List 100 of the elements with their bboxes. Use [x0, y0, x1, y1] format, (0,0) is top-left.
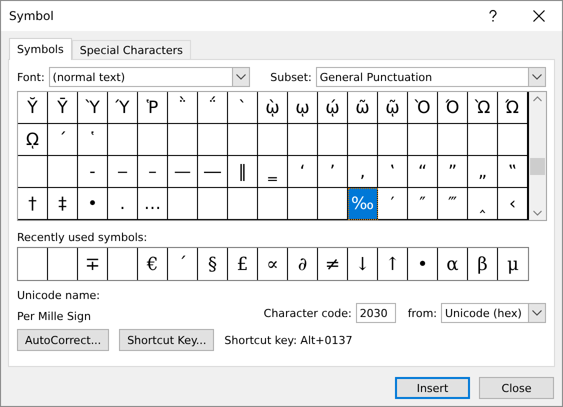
symbol-cell[interactable]: [378, 124, 408, 156]
recent-symbol-cell[interactable]: ´: [168, 248, 198, 280]
recent-symbol-cell[interactable]: ∓: [78, 248, 108, 280]
symbol-cell[interactable]: Ῥ: [138, 92, 168, 124]
symbol-cell[interactable]: ‖: [228, 156, 258, 188]
character-code-field[interactable]: 2030: [356, 303, 396, 323]
window-title: Symbol: [9, 9, 54, 23]
recent-symbol-cell[interactable]: ↑: [378, 248, 408, 280]
symbol-cell[interactable]: ΅: [198, 92, 228, 124]
symbol-cell[interactable]: [258, 124, 288, 156]
symbol-cell[interactable]: ῾: [78, 124, 108, 156]
symbol-cell[interactable]: Ὸ: [408, 92, 438, 124]
symbol-cell[interactable]: ῳ: [288, 92, 318, 124]
recent-symbol-cell[interactable]: §: [198, 248, 228, 280]
font-dropdown[interactable]: (normal text): [48, 67, 250, 87]
subset-label: Subset:: [270, 70, 312, 84]
symbol-cell[interactable]: —: [168, 156, 198, 188]
symbol-cell[interactable]: [348, 124, 378, 156]
recent-symbol-cell[interactable]: α: [438, 248, 468, 280]
symbol-cell[interactable]: [18, 156, 48, 188]
symbol-cell[interactable]: •: [78, 188, 108, 220]
symbol-cell[interactable]: ―: [198, 156, 228, 188]
symbol-cell[interactable]: [168, 124, 198, 156]
symbol-cell[interactable]: †: [18, 188, 48, 220]
close-icon: [533, 10, 545, 22]
recent-symbol-cell[interactable]: ∝: [258, 248, 288, 280]
symbol-cell[interactable]: ‟: [498, 156, 528, 188]
symbol-cell[interactable]: ‹: [498, 188, 528, 220]
symbol-cell[interactable]: ῲ: [258, 92, 288, 124]
shortcut-key-text: Shortcut key: Alt+0137: [224, 334, 353, 346]
chevron-down-icon: [532, 74, 542, 80]
symbol-cell[interactable]: –: [138, 156, 168, 188]
scrollbar-thumb[interactable]: [530, 158, 545, 174]
symbol-cell[interactable]: [168, 188, 198, 220]
symbol-cell[interactable]: `: [228, 92, 258, 124]
symbol-cell[interactable]: Ό: [438, 92, 468, 124]
recent-symbol-cell[interactable]: ↓: [348, 248, 378, 280]
recent-symbol-cell[interactable]: ≠: [318, 248, 348, 280]
unicode-name-label: Unicode name:: [17, 289, 100, 302]
recent-symbol-cell[interactable]: β: [468, 248, 498, 280]
shortcut-key-button[interactable]: Shortcut Key...: [119, 329, 214, 351]
subset-dropdown[interactable]: General Punctuation: [316, 67, 546, 87]
symbol-cell[interactable]: [408, 124, 438, 156]
symbol-cell[interactable]: [228, 124, 258, 156]
recent-symbol-cell[interactable]: €: [138, 248, 168, 280]
symbol-cell[interactable]: [318, 124, 348, 156]
symbol-cell[interactable]: ″: [408, 188, 438, 220]
symbol-cell[interactable]: [198, 124, 228, 156]
symbol-cell[interactable]: [198, 188, 228, 220]
recent-symbol-cell[interactable]: μ: [498, 248, 528, 280]
character-code-label: Character code:: [264, 306, 352, 320]
symbol-cell[interactable]: ῼ: [18, 124, 48, 156]
symbol-cell[interactable]: ‡: [48, 188, 78, 220]
symbol-cell[interactable]: [468, 124, 498, 156]
autocorrect-button[interactable]: AutoCorrect...: [17, 329, 110, 351]
symbol-cell[interactable]: [108, 124, 138, 156]
symbol-cell[interactable]: ‗: [258, 156, 288, 188]
symbol-cell[interactable]: ῶ: [348, 92, 378, 124]
symbol-cell[interactable]: [438, 124, 468, 156]
dialog-button[interactable]: Close: [479, 377, 554, 399]
symbol-cell[interactable]: Ύ: [108, 92, 138, 124]
recent-symbol-cell[interactable]: ∂: [288, 248, 318, 280]
symbol-cell[interactable]: ‛: [378, 156, 408, 188]
symbol-cell[interactable]: [288, 188, 318, 220]
dialog-button[interactable]: Insert: [395, 377, 470, 399]
symbol-cell[interactable]: [288, 124, 318, 156]
symbol-cell[interactable]: ´: [48, 124, 78, 156]
symbol-cell[interactable]: ῴ: [318, 92, 348, 124]
tab[interactable]: Symbols: [9, 38, 72, 60]
symbol-cell[interactable]: ‸: [468, 188, 498, 220]
symbol-cell[interactable]: ῭: [168, 92, 198, 124]
symbol-cell[interactable]: [258, 188, 288, 220]
symbol-cell[interactable]: [138, 124, 168, 156]
symbol-cell[interactable]: ’: [318, 156, 348, 188]
symbol-cell[interactable]: ῷ: [378, 92, 408, 124]
symbol-cell[interactable]: ‐: [78, 156, 108, 188]
recent-symbol-cell[interactable]: £: [228, 248, 258, 280]
symbol-cell[interactable]: …: [138, 188, 168, 220]
symbol-cell[interactable]: ․: [108, 188, 138, 220]
symbol-cell[interactable]: Ὺ: [78, 92, 108, 124]
symbol-cell[interactable]: ‒: [108, 156, 138, 188]
tab[interactable]: Special Characters: [72, 40, 191, 59]
symbol-cell[interactable]: [228, 188, 258, 220]
symbol-cell[interactable]: “: [408, 156, 438, 188]
symbol-cell[interactable]: ‴: [438, 188, 468, 220]
from-dropdown[interactable]: Unicode (hex): [441, 303, 546, 323]
symbol-cell[interactable]: ′: [378, 188, 408, 220]
symbol-cell[interactable]: „: [468, 156, 498, 188]
symbol-cell[interactable]: ”: [438, 156, 468, 188]
recent-symbol-cell[interactable]: •: [408, 248, 438, 280]
symbol-cell[interactable]: Ῡ: [48, 92, 78, 124]
scrollbar[interactable]: [529, 92, 546, 220]
chevron-up-icon: [533, 96, 542, 102]
symbol-cell[interactable]: [498, 124, 528, 156]
symbol-cell[interactable]: Ὼ: [468, 92, 498, 124]
symbol-cell[interactable]: ‰: [348, 188, 378, 220]
symbol-cell[interactable]: Ῠ: [18, 92, 48, 124]
symbol-cell[interactable]: ‘: [288, 156, 318, 188]
symbol-cell[interactable]: Ώ: [498, 92, 528, 124]
symbol-cell[interactable]: [48, 156, 78, 188]
